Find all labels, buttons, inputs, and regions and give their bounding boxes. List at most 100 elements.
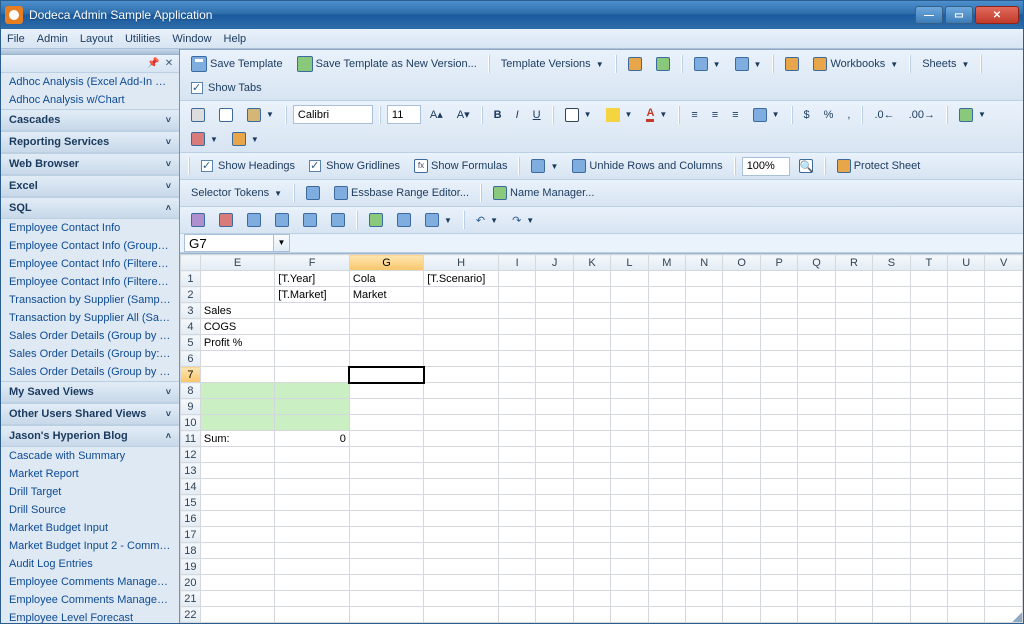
cell[interactable]	[948, 287, 985, 303]
cell[interactable]	[686, 591, 723, 607]
cell[interactable]	[835, 527, 872, 543]
cell[interactable]	[200, 575, 274, 591]
cell[interactable]	[424, 335, 499, 351]
cell[interactable]	[910, 351, 947, 367]
cell[interactable]: COGS	[200, 319, 274, 335]
align-right-button[interactable]: ≡	[727, 106, 743, 124]
cell[interactable]	[985, 527, 1023, 543]
cell[interactable]	[873, 527, 910, 543]
cell[interactable]	[536, 623, 573, 624]
cell[interactable]	[349, 351, 423, 367]
unhide-button[interactable]: Unhide Rows and Columns	[567, 156, 727, 176]
row-header[interactable]: 8	[181, 383, 201, 399]
cell[interactable]	[798, 351, 835, 367]
increase-decimal-button[interactable]: .00→	[904, 106, 940, 124]
cell[interactable]	[573, 543, 610, 559]
fill-color-button[interactable]: ▼	[601, 105, 638, 125]
increase-font-button[interactable]: A▴	[425, 105, 448, 124]
cell[interactable]	[873, 511, 910, 527]
cell[interactable]	[723, 463, 760, 479]
cell[interactable]	[723, 511, 760, 527]
sidebar-item[interactable]: Adhoc Analysis w/Chart	[1, 91, 179, 109]
cell[interactable]	[760, 607, 797, 623]
cell[interactable]	[910, 399, 947, 415]
cell[interactable]	[910, 271, 947, 287]
format-button[interactable]: ▼	[227, 129, 264, 149]
menu-window[interactable]: Window	[172, 33, 211, 45]
cell[interactable]	[835, 511, 872, 527]
cell[interactable]	[948, 367, 985, 383]
cell[interactable]	[349, 591, 423, 607]
cell[interactable]	[611, 271, 648, 287]
cell[interactable]	[873, 447, 910, 463]
cell[interactable]	[200, 415, 274, 431]
cell[interactable]	[985, 559, 1023, 575]
maximize-button[interactable]: ▭	[945, 6, 973, 24]
cell[interactable]	[948, 543, 985, 559]
cell[interactable]	[835, 431, 872, 447]
cell[interactable]	[985, 367, 1023, 383]
cell[interactable]	[536, 351, 573, 367]
cell[interactable]	[275, 415, 350, 431]
cell[interactable]	[873, 591, 910, 607]
cell[interactable]	[200, 447, 274, 463]
cell[interactable]	[910, 303, 947, 319]
cell[interactable]	[349, 335, 423, 351]
cell[interactable]	[760, 303, 797, 319]
cell[interactable]	[798, 399, 835, 415]
cell[interactable]	[275, 591, 350, 607]
sidebar-item[interactable]: Employee Contact Info (Filtered by: La..…	[1, 255, 179, 273]
col-header[interactable]: N	[686, 255, 723, 271]
row-header[interactable]: 2	[181, 287, 201, 303]
cell[interactable]	[424, 415, 499, 431]
delete-button[interactable]: ▼	[186, 129, 223, 149]
row-header[interactable]: 22	[181, 607, 201, 623]
cell[interactable]	[536, 271, 573, 287]
cell[interactable]	[424, 575, 499, 591]
cell[interactable]	[948, 271, 985, 287]
freeze-button[interactable]: ▼	[526, 156, 563, 176]
cell[interactable]	[648, 543, 685, 559]
cell[interactable]	[910, 415, 947, 431]
cell[interactable]	[275, 495, 350, 511]
cell[interactable]	[648, 607, 685, 623]
tool-icon-4[interactable]: ▼	[730, 54, 767, 74]
cell[interactable]	[835, 447, 872, 463]
cell[interactable]	[835, 575, 872, 591]
row-header[interactable]: 16	[181, 511, 201, 527]
workbooks-dropdown[interactable]: Workbooks▼	[808, 54, 903, 74]
cell[interactable]	[686, 319, 723, 335]
cell[interactable]	[686, 527, 723, 543]
cell[interactable]	[499, 623, 536, 624]
row-header[interactable]: 14	[181, 479, 201, 495]
sidebar-group[interactable]: Jason's Hyperion Blog˄	[1, 425, 179, 447]
cell[interactable]	[723, 319, 760, 335]
cell[interactable]	[985, 623, 1023, 624]
cell[interactable]	[424, 447, 499, 463]
cell[interactable]	[985, 319, 1023, 335]
cell[interactable]	[611, 351, 648, 367]
cell[interactable]	[686, 575, 723, 591]
cell[interactable]	[760, 591, 797, 607]
nav-tool-1[interactable]	[186, 210, 210, 230]
cell[interactable]	[499, 575, 536, 591]
cell[interactable]	[948, 431, 985, 447]
name-box-dropdown[interactable]: ▼	[274, 234, 290, 252]
cell[interactable]	[686, 447, 723, 463]
sidebar-item[interactable]: Transaction by Supplier (Sample Basic)	[1, 291, 179, 309]
cell[interactable]	[798, 447, 835, 463]
show-formulas-toggle[interactable]: fxShow Formulas	[409, 156, 512, 176]
cell[interactable]	[573, 399, 610, 415]
sidebar-group[interactable]: My Saved Views˅	[1, 381, 179, 403]
cell[interactable]	[424, 383, 499, 399]
cell[interactable]	[349, 495, 423, 511]
sidebar-item[interactable]: Sales Order Details (Group by Produc...	[1, 363, 179, 381]
cell[interactable]	[873, 431, 910, 447]
cell[interactable]	[424, 623, 499, 624]
cell[interactable]	[424, 463, 499, 479]
col-header[interactable]: F	[275, 255, 350, 271]
col-header[interactable]: V	[985, 255, 1023, 271]
cell[interactable]	[648, 559, 685, 575]
col-header[interactable]: I	[499, 255, 536, 271]
cell[interactable]	[611, 447, 648, 463]
